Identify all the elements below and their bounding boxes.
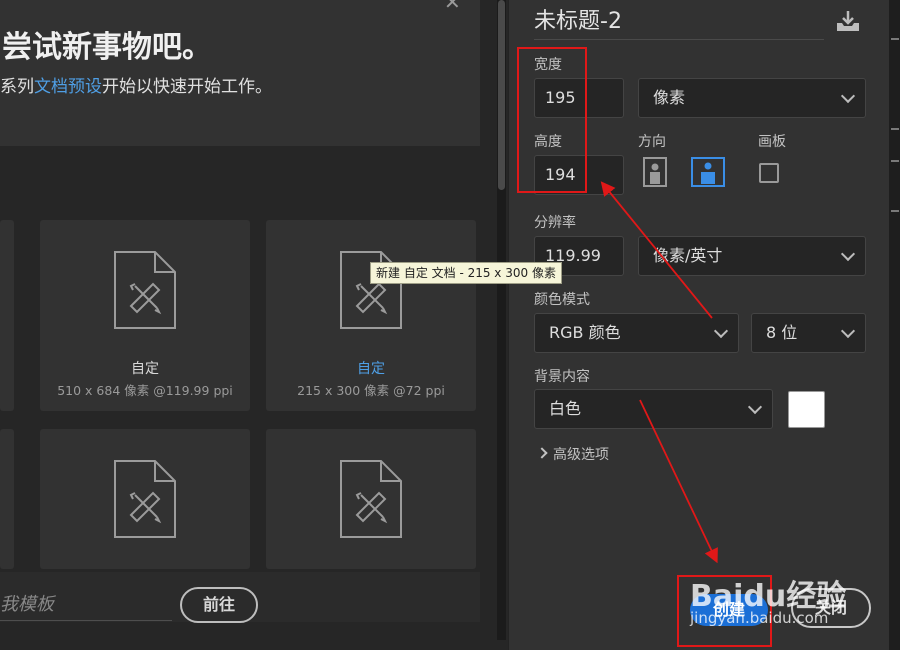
strip-marker <box>891 128 899 130</box>
strip-marker <box>891 160 899 162</box>
document-name-field[interactable]: 未标题-2 <box>534 5 824 40</box>
chevron-down-icon <box>713 323 729 339</box>
advanced-options-label: 高级选项 <box>553 447 609 463</box>
preset-card[interactable] <box>40 429 250 569</box>
color-mode-value: RGB 颜色 <box>549 323 621 342</box>
preset-card-partial[interactable] <box>0 220 14 411</box>
background-label: 背景内容 <box>534 369 590 385</box>
artboard-label: 画板 <box>758 134 786 150</box>
hero-title: 尝试新事物吧。 <box>2 30 212 65</box>
hero-subtitle-prefix: 系列 <box>0 77 34 97</box>
advanced-options-toggle[interactable]: 高级选项 <box>536 444 609 464</box>
document-presets-link[interactable]: 文档预设 <box>34 77 102 97</box>
orientation-label: 方向 <box>638 134 666 150</box>
right-edge-strip <box>889 0 900 650</box>
chevron-right-icon <box>536 447 548 459</box>
hero-subtitle: 系列文档预设开始以快速开始工作。 <box>0 72 272 97</box>
chevron-down-icon <box>840 246 856 262</box>
close-icon[interactable]: ✕ <box>444 0 461 14</box>
chevron-down-icon <box>840 323 856 339</box>
baidu-jingyan-watermark: Baidu经验 jingyan.baidu.com <box>690 565 890 635</box>
resolution-unit-select[interactable]: 像素/英寸 <box>638 236 866 276</box>
preset-dimensions: 215 x 300 像素 @72 ppi <box>297 383 445 398</box>
bit-depth-select[interactable]: 8 位 <box>751 313 866 353</box>
landscape-orientation-icon[interactable] <box>691 157 725 187</box>
preset-name: 自定 <box>131 361 159 377</box>
go-button[interactable]: 前往 <box>180 587 258 623</box>
portrait-orientation-icon[interactable] <box>640 157 670 187</box>
background-value: 白色 <box>549 399 582 418</box>
color-mode-select[interactable]: RGB 颜色 <box>534 313 739 353</box>
strip-marker <box>891 38 899 40</box>
preset-card[interactable] <box>266 429 476 569</box>
document-preset-icon <box>340 460 402 538</box>
scrollbar-thumb[interactable] <box>498 0 505 190</box>
artboard-checkbox[interactable] <box>759 163 779 183</box>
document-preset-icon <box>114 251 176 329</box>
strip-marker <box>891 210 899 212</box>
preset-card-partial[interactable] <box>0 429 14 569</box>
resolution-unit-value: 像素/英寸 <box>653 246 723 265</box>
hero-subtitle-suffix: 开始以快速开始工作。 <box>102 77 272 97</box>
chevron-down-icon <box>747 399 763 415</box>
bit-depth-value: 8 位 <box>766 323 798 342</box>
color-mode-label: 颜色模式 <box>534 292 590 308</box>
width-unit-value: 像素 <box>653 88 686 107</box>
chevron-down-icon <box>840 88 856 104</box>
document-preset-icon <box>114 460 176 538</box>
preset-dimensions: 510 x 684 像素 @119.99 ppi <box>57 383 233 398</box>
background-color-swatch[interactable] <box>788 391 825 428</box>
preset-name: 自定 <box>357 361 385 377</box>
preset-tooltip: 新建 自定 文档 - 215 x 300 像素 <box>370 262 562 284</box>
preset-card-selected[interactable]: 自定 215 x 300 像素 @72 ppi <box>266 220 476 411</box>
save-preset-icon[interactable] <box>834 8 862 34</box>
template-search-input[interactable]: 我模板 <box>0 590 172 621</box>
annotation-box <box>517 47 587 193</box>
resolution-label: 分辨率 <box>534 215 576 231</box>
preset-card[interactable]: 自定 510 x 684 像素 @119.99 ppi <box>40 220 250 411</box>
background-select[interactable]: 白色 <box>534 389 773 429</box>
watermark-url: jingyan.baidu.com <box>690 609 829 627</box>
width-unit-select[interactable]: 像素 <box>638 78 866 118</box>
